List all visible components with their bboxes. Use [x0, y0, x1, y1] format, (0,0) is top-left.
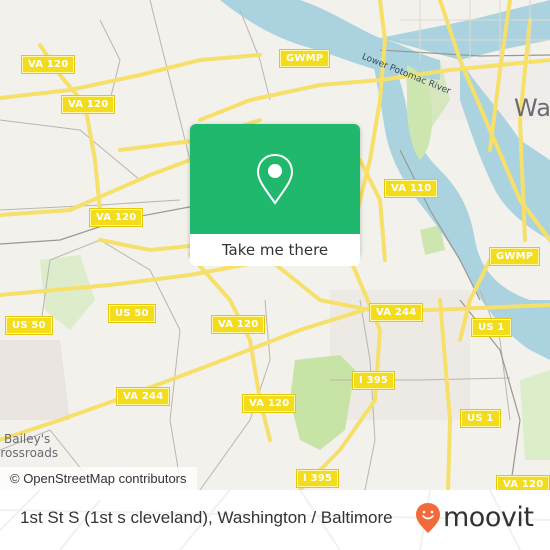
route-shield-va244: VA 244: [368, 303, 424, 322]
route-shield-va120: VA 120: [210, 315, 266, 334]
footer-bar: 1st St S (1st s cleveland), Washington /…: [0, 490, 550, 550]
route-shield-va244: VA 244: [115, 387, 171, 406]
route-shield-va120: VA 120: [495, 475, 550, 490]
route-shield-va120: VA 120: [20, 55, 76, 74]
route-shield-va120: VA 120: [60, 95, 116, 114]
location-popup: Take me there: [190, 124, 360, 266]
moovit-pin-smile-icon: [416, 503, 440, 533]
route-shield-i395: I 395: [351, 371, 396, 390]
moovit-wordmark: moovit: [443, 502, 534, 533]
route-shield-us50: US 50: [5, 316, 53, 335]
popup-header: [190, 124, 360, 234]
route-shield-us1: US 1: [460, 409, 501, 428]
route-shield-us1: US 1: [471, 318, 512, 337]
map-attribution[interactable]: © OpenStreetMap contributors: [0, 467, 197, 490]
map-view[interactable]: VA 120 VA 120 VA 120 VA 120 VA 120 VA 12…: [0, 0, 550, 490]
route-shield-gwmp: GWMP: [278, 49, 331, 68]
place-label-crossroads: Crossroads: [0, 446, 59, 460]
route-shield-va120: VA 120: [88, 208, 144, 227]
route-shield-us50: US 50: [108, 304, 156, 323]
route-shield-gwmp: GWMP: [488, 247, 541, 266]
route-shield-va110: VA 110: [383, 179, 439, 198]
place-label-washington: Was: [514, 94, 550, 122]
popup-tail: [267, 258, 283, 266]
route-shield-va120: VA 120: [241, 394, 297, 413]
moovit-logo[interactable]: moovit: [415, 502, 534, 534]
map-pin-icon: [256, 153, 294, 205]
place-label-baileys: Bailey's: [4, 432, 51, 446]
stop-address: 1st St S (1st s cleveland), Washington /…: [20, 508, 393, 527]
route-shield-i395: I 395: [295, 469, 340, 488]
